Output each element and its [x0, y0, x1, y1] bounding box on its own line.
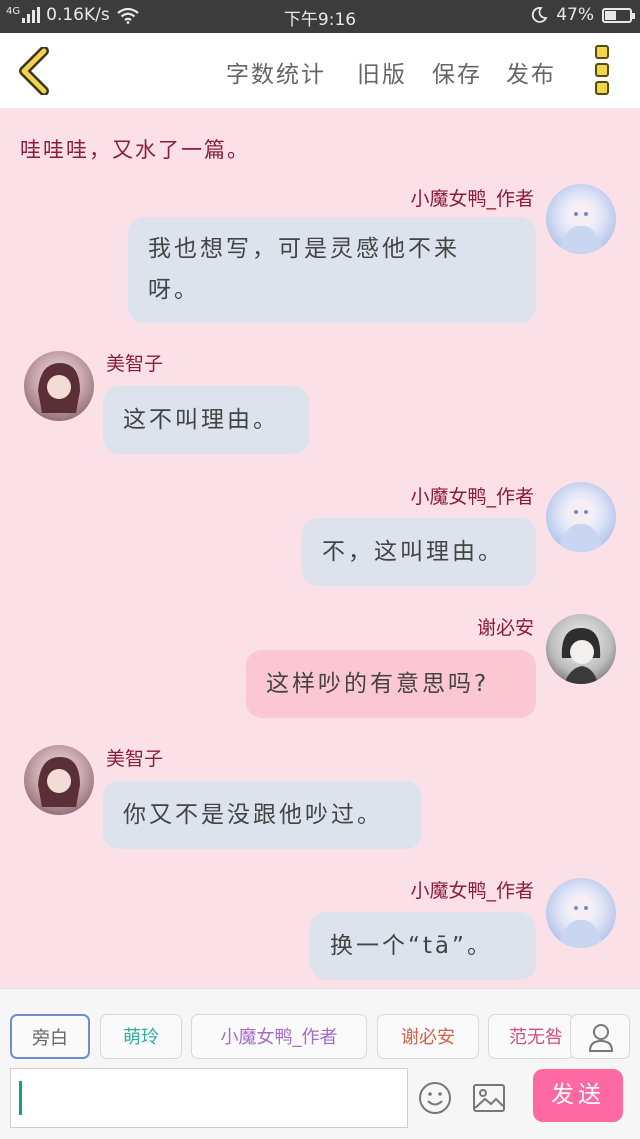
send-button[interactable]: 发送 [533, 1069, 623, 1122]
author-avatar[interactable] [546, 878, 616, 948]
speaker-name: 小魔女鸭_作者 [410, 188, 534, 210]
publish-button[interactable]: 发布 [506, 55, 556, 89]
author-avatar[interactable] [546, 184, 616, 254]
smiley-icon [419, 1082, 451, 1114]
speaker-name: 美智子 [106, 748, 164, 770]
battery-percent: 47% [556, 5, 594, 25]
character-chip-narrator[interactable]: 旁白 [10, 1014, 90, 1059]
message-text-line: 呀。 [148, 277, 200, 303]
save-button[interactable]: 保存 [432, 55, 482, 89]
message-bubble[interactable]: 这样吵的有意思吗? [246, 650, 536, 718]
text-caret [19, 1081, 22, 1115]
message-bubble[interactable]: 你又不是没跟他吵过。 [103, 781, 422, 849]
composer-panel: 旁白 萌玲 小魔女鸭_作者 谢必安 范无咎 发送 [0, 988, 640, 1139]
message-bubble[interactable]: 不，这叫理由。 [302, 518, 536, 586]
status-bar: 4G 0.16K/s 下午9:16 47% [0, 0, 640, 33]
word-count-button[interactable]: 字数统计 [226, 55, 326, 89]
editor-toolbar: 字数统计 旧版 保存 发布 [0, 33, 640, 108]
image-icon [473, 1084, 505, 1112]
insert-image-button[interactable] [472, 1083, 506, 1113]
message-text-line: 换一个“tā”。 [330, 933, 493, 959]
status-right: 47% [530, 5, 635, 25]
message-text-line: 不，这叫理由。 [322, 539, 504, 565]
character-chip-fanwujiu[interactable]: 范无咎 [488, 1014, 574, 1059]
speaker-name: 谢必安 [476, 617, 534, 639]
back-button[interactable] [14, 46, 54, 96]
message-bubble[interactable]: 我也想写，可是灵感他不来 呀。 [128, 217, 536, 323]
old-version-button[interactable]: 旧版 [357, 55, 407, 89]
emoji-button[interactable] [418, 1081, 452, 1115]
message-text-line: 这不叫理由。 [123, 407, 279, 433]
character-chip-xiebian[interactable]: 谢必安 [377, 1014, 479, 1059]
chat-area[interactable]: 哇哇哇，又水了一篇。 小魔女鸭_作者 我也想写，可是灵感他不来 呀。 美智子 这… [0, 108, 640, 988]
more-menu-button[interactable] [592, 45, 616, 97]
message-text-line: 我也想写，可是灵感他不来 [148, 236, 460, 262]
xiebian-avatar[interactable] [546, 614, 616, 684]
message-text-line: 这样吵的有意思吗? [266, 671, 490, 697]
message-bubble[interactable]: 换一个“tā”。 [310, 912, 536, 980]
moon-icon [532, 7, 548, 23]
character-chip-author[interactable]: 小魔女鸭_作者 [191, 1014, 367, 1059]
author-avatar[interactable] [546, 482, 616, 552]
more-vertical-icon [592, 45, 616, 95]
battery-level [605, 10, 616, 20]
meizhizi-avatar[interactable] [24, 745, 94, 815]
add-character-button[interactable] [570, 1014, 630, 1059]
speaker-name: 美智子 [106, 353, 164, 375]
user-icon [588, 1024, 614, 1052]
battery-icon [602, 7, 635, 23]
message-text-line: 你又不是没跟他吵过。 [123, 802, 383, 828]
speaker-name: 小魔女鸭_作者 [410, 486, 534, 508]
message-bubble[interactable]: 这不叫理由。 [103, 386, 309, 454]
message-input[interactable] [10, 1068, 408, 1128]
meizhizi-avatar[interactable] [24, 351, 94, 421]
character-chip-mengling[interactable]: 萌玲 [100, 1014, 182, 1059]
chevron-left-icon [19, 46, 49, 96]
narration-text: 哇哇哇，又水了一篇。 [20, 138, 250, 162]
speaker-name: 小魔女鸭_作者 [410, 880, 534, 902]
